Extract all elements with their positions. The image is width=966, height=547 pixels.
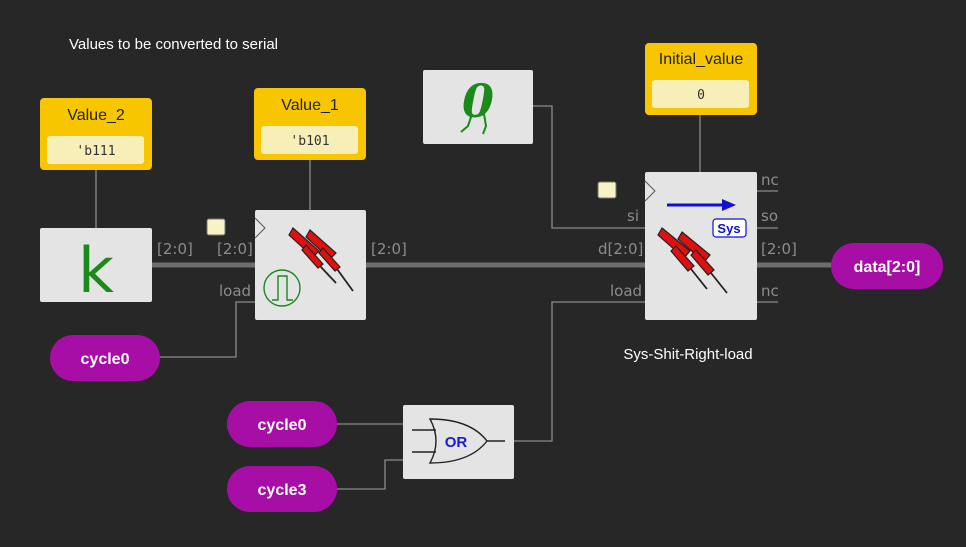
input-cycle3-pill[interactable]: cycle3 <box>227 466 337 512</box>
clock-input[interactable] <box>206 218 226 236</box>
input-label: cycle0 <box>258 417 307 434</box>
shifter-caption: Sys-Shit-Right-load <box>623 346 752 363</box>
shifter-load-port-label: load <box>610 282 642 300</box>
zero-walking-icon: 0 <box>460 74 494 135</box>
output-data-pill[interactable]: data[2:0] <box>831 243 943 289</box>
or-gate-label: OR <box>445 434 468 451</box>
sys-badge: Sys <box>712 218 747 238</box>
clock-input[interactable] <box>597 181 617 199</box>
k-out-port-label: [2:0] <box>157 240 193 258</box>
shifter-si-port-label: si <box>627 207 639 225</box>
register-in-port-label: [2:0] <box>217 240 253 258</box>
constant-value-1[interactable]: Value_1 'b101 <box>254 88 366 160</box>
constant-value: 'b111 <box>76 144 115 159</box>
input-cycle0-pill[interactable]: cycle0 <box>227 401 337 447</box>
shifter-nc2-port-label: nc <box>761 282 779 300</box>
shifter-nc1-port-label: nc <box>761 171 779 189</box>
constant-title: Initial_value <box>659 51 744 68</box>
register-out-port-label: [2:0] <box>371 240 407 258</box>
constant-value: 'b101 <box>290 134 329 149</box>
constant-initial-value[interactable]: Initial_value 0 <box>645 43 757 115</box>
input-cycle0-pill[interactable]: cycle0 <box>50 335 160 381</box>
shifter-d-port-label: d[2:0] <box>598 240 643 258</box>
k-block[interactable]: k <box>40 228 152 307</box>
constant-value: 0 <box>697 88 705 103</box>
zero-block[interactable]: 0 <box>423 70 533 144</box>
constant-title: Value_1 <box>281 97 339 114</box>
or-gate-block[interactable]: OR <box>403 405 514 479</box>
k-constant-icon: k <box>78 234 114 307</box>
input-label: cycle0 <box>81 351 130 368</box>
output-label: data[2:0] <box>854 259 921 276</box>
shifter-so-port-label: so <box>761 207 778 225</box>
circuit-diagram: Values to be converted to serial [2:0] [… <box>40 36 943 512</box>
input-label: cycle3 <box>258 482 307 499</box>
register-load-port-label: load <box>219 282 251 300</box>
sys-badge-label: Sys <box>717 221 740 236</box>
constant-title: Value_2 <box>67 107 125 124</box>
shifter-out-port-label: [2:0] <box>761 240 797 258</box>
constant-value-2[interactable]: Value_2 'b111 <box>40 98 152 170</box>
diagram-heading: Values to be converted to serial <box>69 36 278 53</box>
svg-text:0: 0 <box>462 74 494 128</box>
